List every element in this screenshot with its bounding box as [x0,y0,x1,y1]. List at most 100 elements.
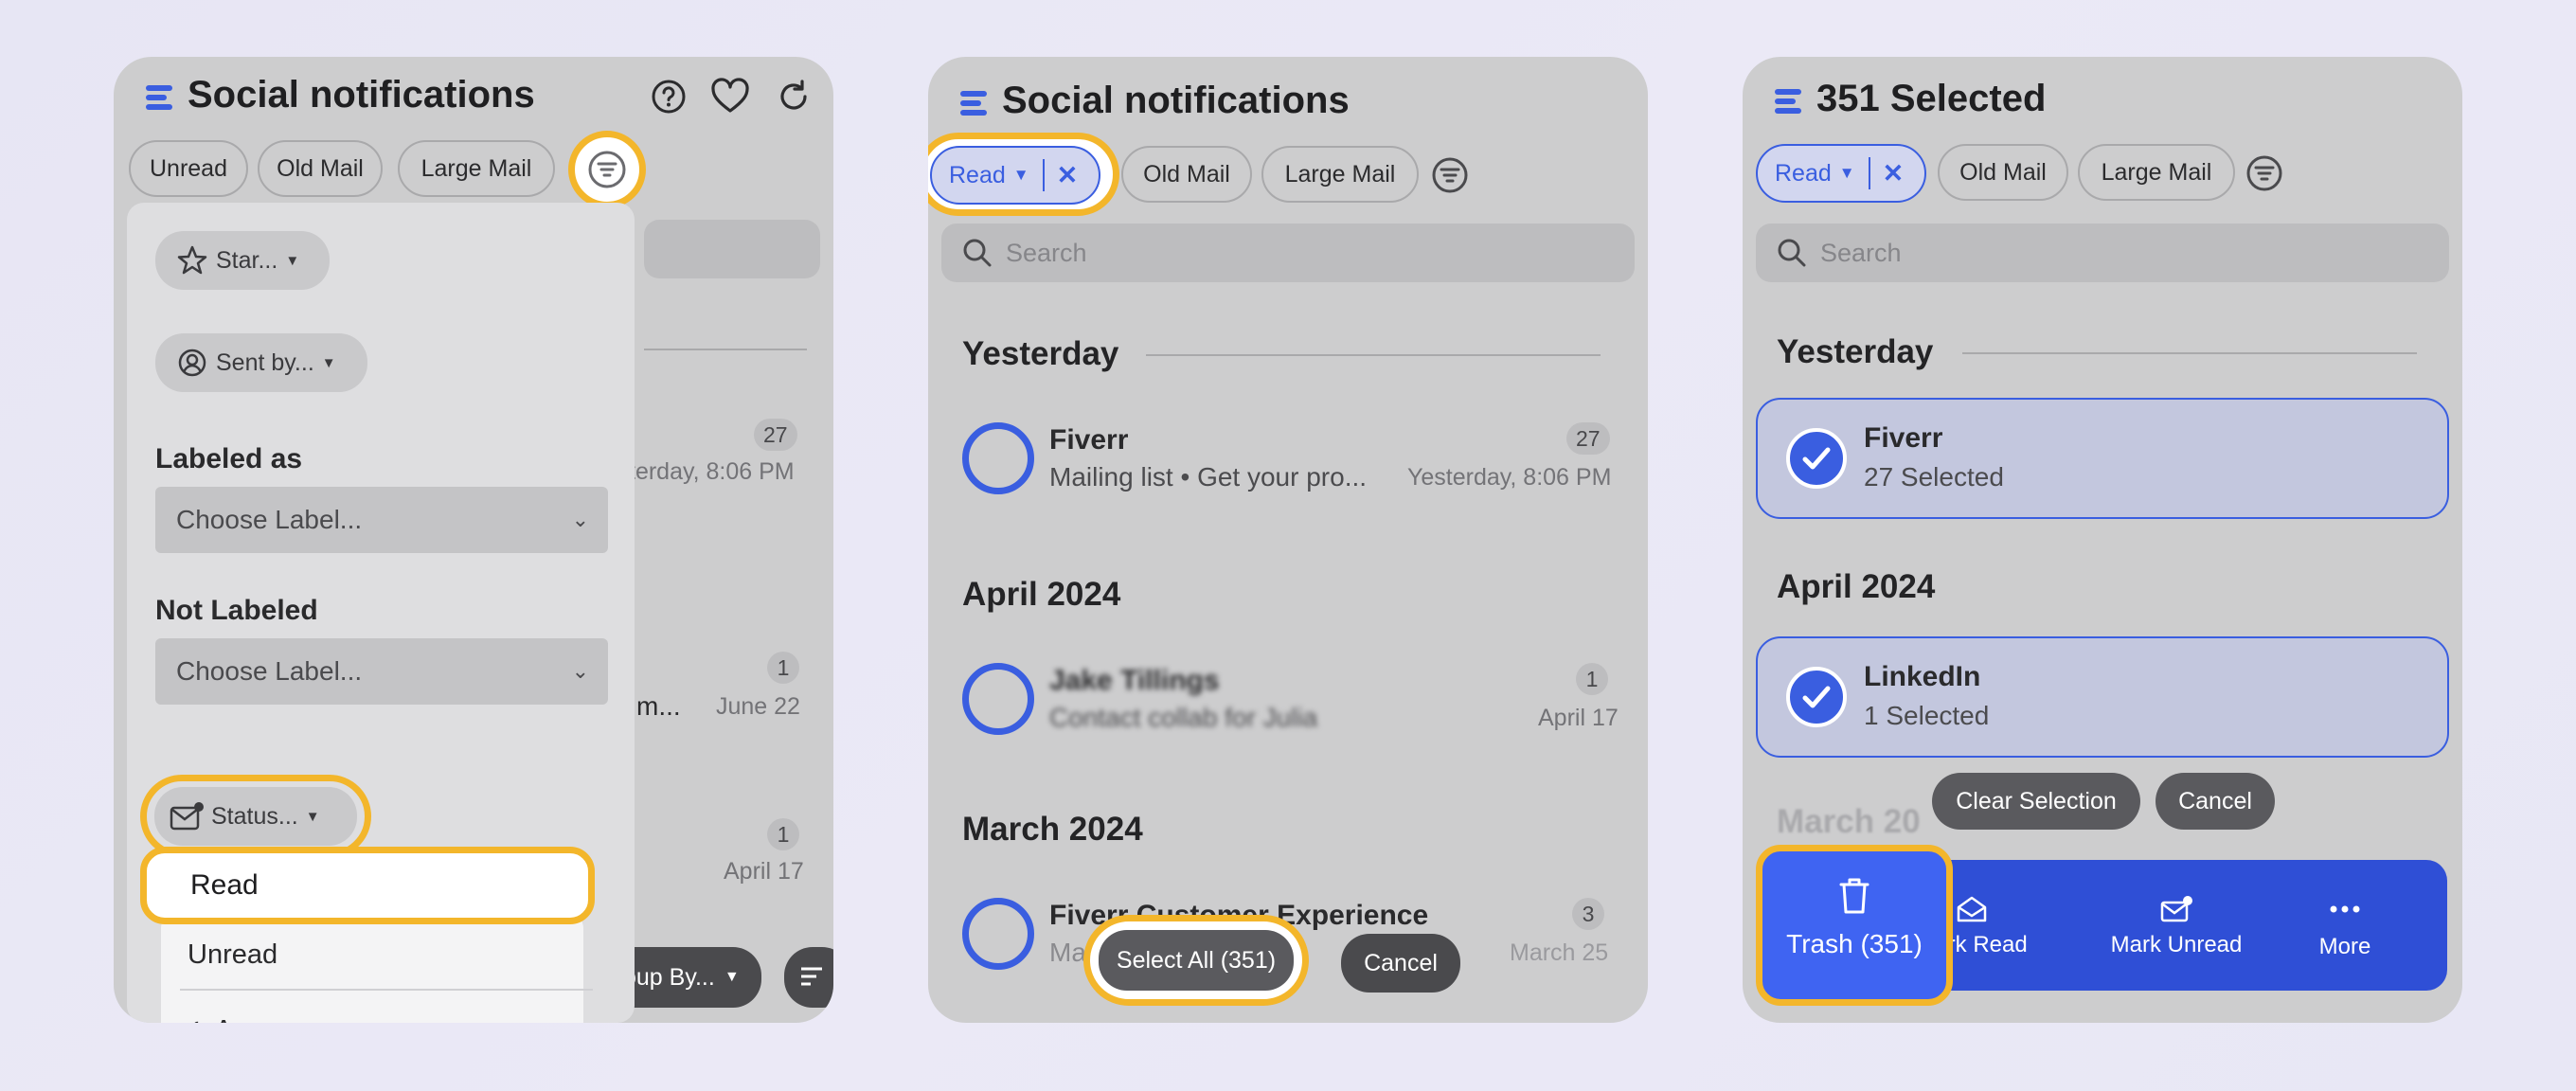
chip-large-mail[interactable]: Large Mail [1261,146,1419,203]
chevron-down-icon: ⌄ [571,508,589,531]
panel-filtered-list: Social notifications Read ▼ ✕ Old Mail L… [928,57,1648,1023]
chip-unread[interactable]: Unread [129,140,248,197]
section-header: March 20 [1777,803,1921,840]
read-filter-label: Read [949,161,1006,188]
menu-icon[interactable] [960,91,987,116]
sort-button[interactable] [784,947,833,1008]
not-labeled-select[interactable]: Choose Label... ⌄ [155,638,608,705]
status-pill: Status... ▼ [154,787,357,846]
labeled-as-heading: Labeled as [155,443,303,474]
divider [644,349,807,350]
chip-large-mail[interactable]: Large Mail [398,140,555,197]
status-filter-button[interactable]: Status... ▼ [140,775,371,858]
filter-icon[interactable] [2245,153,2284,193]
row-preview: Mailing list • Get your pro... [1049,462,1368,492]
labeled-as-select[interactable]: Choose Label... ⌄ [155,487,608,553]
chevron-down-icon: ▼ [724,969,740,985]
read-filter-chip[interactable]: Read ▼ ✕ [1756,144,1926,203]
sort-icon [801,967,822,986]
panel-filter-menu: Social notifications Unread Old Mail Lar… [114,57,833,1023]
section-header: April 2024 [962,576,1121,613]
row-preview: m... [636,691,681,721]
close-icon[interactable]: ✕ [1057,161,1079,190]
option-read-label: Read [190,869,259,901]
filter-menu: Star... ▼ Sent by... ▼ Labeled as Choose L… [127,203,635,1023]
menu-icon[interactable] [146,85,172,110]
status-option-any[interactable]: ✓ Any [180,1013,261,1023]
group-sender: LinkedIn [1864,661,1981,692]
search-icon [963,239,992,267]
row-sender: Fiverr [1049,424,1129,456]
selected-group[interactable]: Fiverr 27 Selected [1756,398,2449,519]
chip-old-mail[interactable]: Old Mail [258,140,383,197]
sent-by-label: Sent by... [216,349,314,376]
page-title: 351 Selected [1816,78,2047,119]
divider [1962,352,2417,354]
section-header: April 2024 [1777,568,1936,605]
mail-unread-icon [2160,896,2192,922]
chip-large-mail[interactable]: Large Mail [2078,144,2235,201]
read-filter-chip[interactable]: Read ▼ ✕ [930,146,1100,205]
search-field-bg [644,220,820,278]
trash-icon [1839,878,1869,914]
cancel-button[interactable]: Cancel [2156,773,2275,830]
more-button[interactable]: More [2292,867,2398,983]
search-input[interactable]: Search [941,224,1635,282]
starred-filter-button[interactable]: Star... ▼ [155,231,330,290]
row-date: terday, 8:06 PM [629,458,795,485]
trash-button[interactable]: Trash (351) [1756,845,1953,1006]
page-title: Social notifications [188,74,535,116]
page-title: Social notifications [1002,80,1350,121]
filter-button[interactable] [568,131,646,208]
section-header: Yesterday [1777,333,1934,370]
chip-old-mail[interactable]: Old Mail [1121,146,1252,203]
check-icon[interactable] [1786,428,1847,489]
status-option-unread[interactable]: Unread [188,939,277,971]
heart-icon[interactable] [710,78,750,116]
labeled-as-value: Choose Label... [176,505,363,534]
search-input[interactable]: Search [1756,224,2449,282]
chevron-down-icon: ⌄ [571,659,589,683]
more-icon [2330,905,2360,913]
count-badge: 27 [1566,422,1610,455]
status-option-read[interactable]: Read [140,847,595,924]
search-placeholder: Search [1006,238,1087,267]
row-date: June 22 [716,693,800,720]
trash-label: Trash (351) [1786,929,1923,958]
status-label: Status... [211,802,298,830]
cancel-button[interactable]: Cancel [1341,934,1460,993]
mail-status-icon [170,802,204,831]
checkmark-icon: ✓ [180,1015,203,1023]
clear-selection-button[interactable]: Clear Selection [1932,773,2140,830]
count-badge: 1 [767,818,799,850]
chevron-down-icon: ▼ [305,808,320,825]
filter-icon[interactable] [1430,155,1470,195]
select-circle[interactable] [962,422,1034,494]
select-circle[interactable] [962,663,1034,735]
selected-group[interactable]: LinkedIn 1 Selected [1756,636,2449,758]
read-filter-label: Read [1775,159,1832,187]
count-badge: 27 [754,419,797,451]
close-icon[interactable]: ✕ [1883,159,1905,188]
select-circle[interactable] [962,898,1034,970]
starred-label: Star... [216,246,278,274]
row-date: April 17 [724,858,804,885]
search-placeholder: Search [1820,238,1902,267]
mail-open-icon [1957,896,1987,922]
row-date: March 25 [1510,939,1609,966]
group-sender: Fiverr [1864,422,1943,454]
menu-icon[interactable] [1775,89,1801,114]
option-any-label: Any [214,1015,261,1023]
chip-old-mail[interactable]: Old Mail [1938,144,2068,201]
check-icon[interactable] [1786,667,1847,727]
count-badge: 1 [767,652,799,684]
group-selected-count: 1 Selected [1864,701,1990,730]
refresh-icon[interactable] [775,78,813,116]
search-icon [1778,239,1806,267]
mark-unread-button[interactable]: Mark Unread [2099,867,2254,983]
row-sender: Jake Tillings [1049,665,1220,696]
chevron-down-icon: ▼ [285,252,300,269]
help-icon[interactable] [650,78,688,116]
sent-by-filter-button[interactable]: Sent by... ▼ [155,333,367,392]
select-all-button[interactable]: Select All (351) [1099,930,1294,991]
